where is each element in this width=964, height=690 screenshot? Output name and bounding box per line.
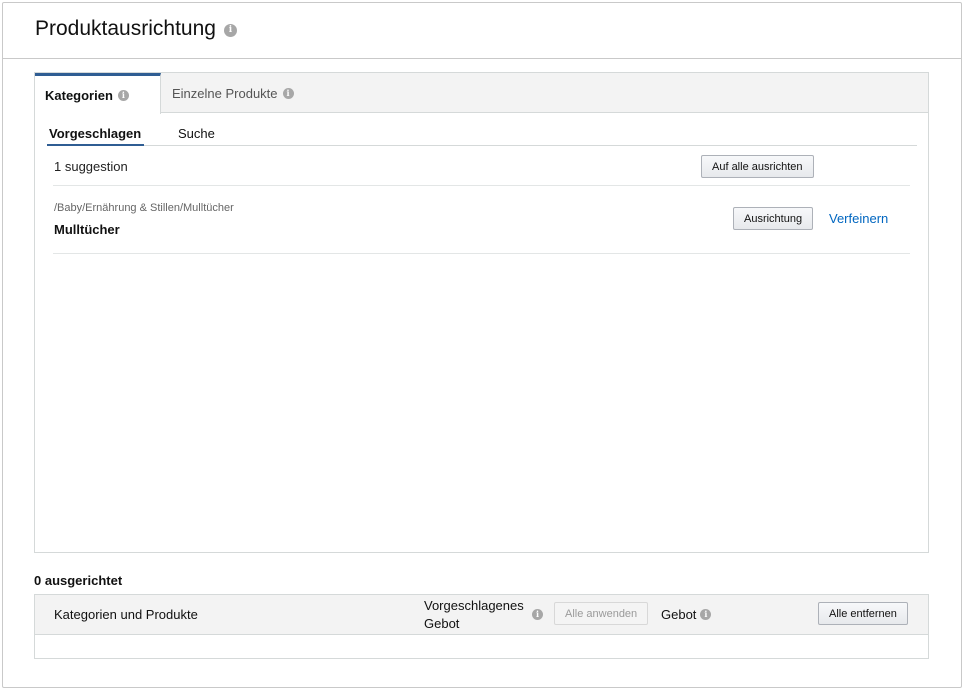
category-name: Mulltücher [54,222,120,237]
page-title-text: Produktausrichtung [35,17,216,40]
list-item: /Baby/Ernährung & Stillen/Mulltücher Mul… [53,186,910,254]
refine-link[interactable]: Verfeinern [829,211,888,226]
subtab-bar: Vorgeschlagen Suche [47,122,917,146]
tab-individual-products[interactable]: Einzelne Produkte i [161,73,321,113]
subtab-search[interactable]: Suche [178,126,215,141]
column-bid: Gebot i [661,607,712,622]
tab-categories[interactable]: Kategorien i [35,73,161,114]
page-title: Produktausrichtung i [35,17,237,41]
info-icon[interactable]: i [282,87,294,99]
target-all-button[interactable]: Auf alle ausrichten [701,155,814,178]
subtab-suggested[interactable]: Vorgeschlagen [47,126,145,146]
column-bid-label: Gebot [661,607,697,622]
targeting-card: Kategorien i Einzelne Produkte i Vorgesc… [34,72,929,553]
info-icon[interactable]: i [117,89,129,101]
tab-categories-label: Kategorien [45,87,113,103]
tab-individual-products-label: Einzelne Produkte [172,85,278,101]
remove-all-button[interactable]: Alle entfernen [818,602,908,625]
suggestion-summary-row: 1 suggestion Auf alle ausrichten [53,147,910,186]
info-icon[interactable]: i [700,609,712,620]
target-button[interactable]: Ausrichtung [733,207,814,230]
category-path: /Baby/Ernährung & Stillen/Mulltücher [54,202,234,214]
tab-bar: Kategorien i Einzelne Produkte i [35,73,928,114]
column-suggested-bid-line1: Vorgeschlagenes [424,598,524,613]
column-suggested-bid: Vorgeschlagenes Gebot [424,597,524,633]
targeted-table: Kategorien und Produkte Vorgeschlagenes … [34,594,929,659]
info-icon[interactable]: i [223,24,237,37]
targeted-count: 0 ausgerichtet [34,573,123,588]
info-icon[interactable]: i [532,609,543,620]
table-header: Kategorien und Produkte Vorgeschlagenes … [35,595,928,635]
column-categories-products: Kategorien und Produkte [54,607,198,622]
apply-all-button[interactable]: Alle anwenden [554,602,649,625]
column-suggested-bid-line2: Gebot [424,616,460,631]
suggestion-count: 1 suggestion [54,159,128,174]
panel-header: Produktausrichtung i [3,3,961,59]
